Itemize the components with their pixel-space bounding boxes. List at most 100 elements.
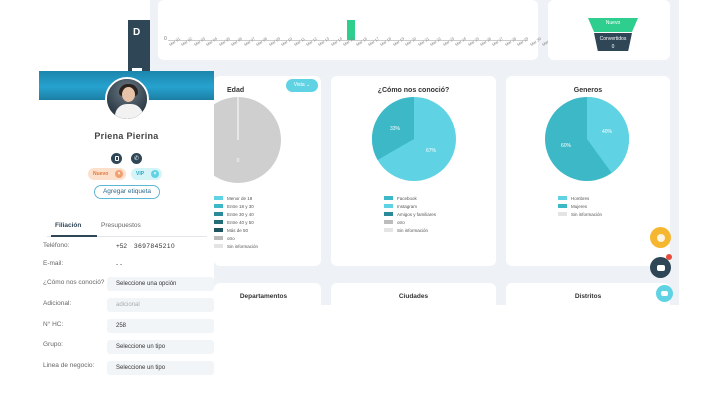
age-legend: Menor de 18 Entre 18 y 30 Entre 30 y 40 Ent… <box>214 194 258 250</box>
legend-label: Mujeres <box>571 203 588 209</box>
x-axis-date-label: Mar 23 <box>441 35 455 48</box>
legend-swatch <box>558 212 567 216</box>
additional-label: Adicional: <box>43 300 72 307</box>
x-axis-date-label: Mar 29 <box>516 35 530 48</box>
legend-label: Facebook <box>397 195 417 201</box>
legend-label: Más de 50 <box>227 227 249 233</box>
help-fab-button[interactable] <box>650 227 671 248</box>
funnel-stage-new: Nuevo <box>588 18 638 32</box>
x-axis-date-label: Mar 17 <box>366 35 381 48</box>
app-logo: D <box>133 27 141 38</box>
clinical-history-label: N° HC: <box>43 321 64 328</box>
legend-label: Amigos y familiares <box>397 211 437 217</box>
legend-item[interactable]: Sin información <box>558 210 602 218</box>
funnel-card: Nuevo Convertidos 0 <box>548 0 670 60</box>
notification-badge <box>666 254 672 260</box>
x-axis-date-label: Mar 10 <box>280 35 294 48</box>
email-field[interactable]: - - <box>116 261 122 268</box>
x-axis-date-label: Mar 16 <box>354 35 368 48</box>
legend-label: Entre 40 y 50 <box>227 219 254 225</box>
avatar <box>105 77 149 121</box>
x-axis-date-label: Mar 18 <box>379 35 393 48</box>
legend-item[interactable]: Sin información <box>214 242 258 250</box>
x-axis-date-label: Mar 07 <box>242 35 256 48</box>
message-icon <box>661 291 668 296</box>
legend-swatch <box>558 204 567 208</box>
x-axis-date-label: Mar 05 <box>217 35 231 48</box>
gender-legend: Hombres Mujeres Sin información <box>558 194 602 218</box>
document-icon[interactable] <box>111 153 122 164</box>
source-legend: Facebook Instagram Amigos y familiares otro… <box>384 194 436 234</box>
legend-swatch <box>384 220 393 224</box>
x-axis-date-label: Mar 19 <box>391 35 405 48</box>
legend-label: Hombres <box>571 195 590 201</box>
legend-item[interactable]: Menor de 18 <box>214 194 258 202</box>
x-axis-date-label: Mar 21 <box>416 35 430 48</box>
legend-item[interactable]: Mujeres <box>558 202 602 210</box>
contact-tabs: Filiación Presupuestos <box>47 219 207 237</box>
source-select[interactable]: Seleccione una opción <box>107 277 214 291</box>
pie-label-mujeres: 60% <box>561 143 572 149</box>
x-axis-date-label: Mar 11 <box>292 36 306 48</box>
legend-item[interactable]: otro <box>384 218 436 226</box>
legend-item[interactable]: Amigos y familiares <box>384 210 436 218</box>
contact-panel: Priena Pierina ✆ Nuevo × VIP × Agregar e… <box>39 71 214 403</box>
legend-label: otro <box>397 219 405 225</box>
y-axis-zero: 0 <box>164 36 167 42</box>
legend-item[interactable]: Facebook <box>384 194 436 202</box>
tag-nuevo-label: Nuevo <box>93 171 109 177</box>
legend-item[interactable]: Entre 18 y 30 <box>214 202 258 210</box>
x-axis-date-label: Mar 08 <box>255 35 269 48</box>
clinical-history-field[interactable]: 258 <box>107 319 214 333</box>
source-pie-chart <box>371 96 456 181</box>
legend-item[interactable]: Más de 50 <box>214 226 258 234</box>
add-tag-button[interactable]: Agregar etiqueta <box>94 185 160 199</box>
legend-swatch <box>214 212 223 216</box>
app-sidebar: D <box>128 20 150 74</box>
x-axis-date-label: Mar 27 <box>491 35 505 48</box>
x-axis-date-label: Mar 01 <box>168 35 182 48</box>
x-axis-date-label: Mar 06 <box>230 35 244 48</box>
phone-field[interactable]: 3697845210 <box>134 243 175 250</box>
x-axis-date-label: Mar 12 <box>304 35 318 48</box>
message-fab-button[interactable] <box>656 285 673 302</box>
x-axis-date-label: Mar 04 <box>205 35 219 48</box>
x-axis-date-label: Mar 20 <box>404 35 418 48</box>
chat-fab-button[interactable] <box>650 257 671 278</box>
legend-label: Sin información <box>397 227 429 233</box>
additional-field[interactable]: adicional <box>107 298 214 312</box>
group-select[interactable]: Seleccione un tipo <box>107 340 214 354</box>
tab-filiacion[interactable]: Filiación <box>55 222 81 229</box>
remove-tag-icon[interactable]: × <box>115 170 123 178</box>
pie-label-hombres: 40% <box>602 129 613 135</box>
pie-slice-sin-informacion[interactable] <box>214 97 281 183</box>
legend-label: Entre 30 y 40 <box>227 211 254 217</box>
legend-swatch <box>384 212 393 216</box>
legend-item[interactable]: Hombres <box>558 194 602 202</box>
legend-item[interactable]: Entre 30 y 40 <box>214 210 258 218</box>
legend-item[interactable]: Sin información <box>384 226 436 234</box>
legend-item[interactable]: Instagram <box>384 202 436 210</box>
pie-label-facebook: 67% <box>426 148 437 154</box>
legend-label: Sin información <box>227 243 259 249</box>
legend-label: Menor de 18 <box>227 195 253 201</box>
tab-presupuestos[interactable]: Presupuestos <box>101 222 141 229</box>
business-line-select[interactable]: Seleccione un tipo <box>107 361 214 375</box>
departments-card: Departamentos <box>214 283 321 305</box>
tag-vip: VIP × <box>131 168 162 180</box>
gender-card: Generos 60% 40% Hombres Mujeres Sin inform… <box>506 76 670 266</box>
x-axis-date-label: Mar 25 <box>466 35 480 48</box>
legend-swatch <box>214 244 223 248</box>
age-pie-chart: 0 <box>214 97 281 183</box>
gender-card-title: Generos <box>573 87 603 94</box>
legend-item[interactable]: otro <box>214 234 258 242</box>
remove-tag-icon[interactable]: × <box>151 170 159 178</box>
view-dropdown-button[interactable]: Vista ⌄ <box>286 79 318 92</box>
leads-by-date-chart: 0 Mar 01 Mar 02 Mar 03 Mar 04 Mar 05 Mar 06 Ma… <box>158 0 554 60</box>
legend-swatch <box>384 204 393 208</box>
legend-swatch <box>214 220 223 224</box>
phone-icon[interactable]: ✆ <box>131 153 142 164</box>
phone-code[interactable]: +52 <box>116 243 127 250</box>
x-axis-date-label: Mar 09 <box>267 35 281 48</box>
legend-item[interactable]: Entre 40 y 50 <box>214 218 258 226</box>
